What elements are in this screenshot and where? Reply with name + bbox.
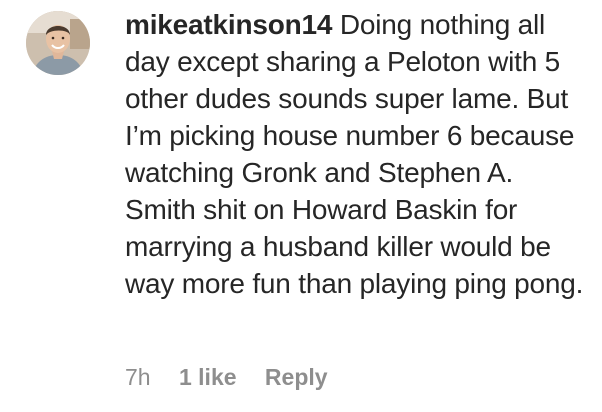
comment-text: Doing nothing all day except sharing a P…	[125, 9, 584, 299]
avatar[interactable]	[26, 11, 90, 75]
comment-like-count[interactable]: 1 like	[179, 364, 237, 390]
comment-item: mikeatkinson14 Doing nothing all day exc…	[0, 0, 602, 412]
avatar-photo-icon	[26, 11, 90, 75]
comment-username[interactable]: mikeatkinson14	[125, 9, 332, 40]
comment-meta: 7h 1 like Reply	[125, 362, 350, 392]
comment-body: mikeatkinson14 Doing nothing all day exc…	[125, 6, 590, 302]
reply-button[interactable]: Reply	[265, 364, 328, 390]
comment-timestamp[interactable]: 7h	[125, 364, 151, 390]
